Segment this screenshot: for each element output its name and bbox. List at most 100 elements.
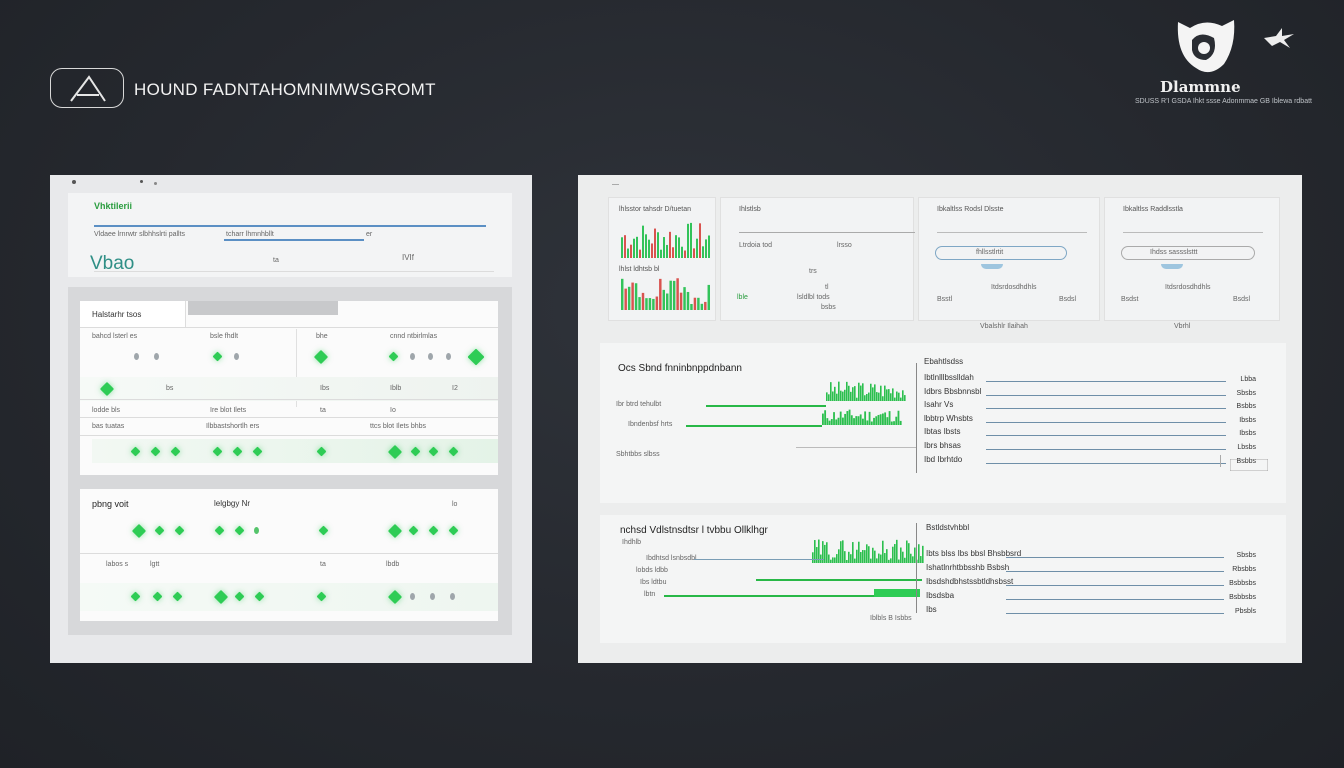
metric-label: Ibrs bhsas <box>924 441 961 450</box>
divider <box>937 232 1087 233</box>
telemetry-section: nchsd Vdlstnsdtsr l tvbbu Ollklhgr Ihdhl… <box>600 515 1286 643</box>
right-panel: — lhlsstor tahsdr D/tuetan lhlst ldhtsb … <box>578 175 1302 663</box>
spark-bar <box>860 385 862 401</box>
spark-bar <box>884 412 887 425</box>
value-2: Ibs <box>320 385 330 392</box>
divider <box>80 399 498 400</box>
metric-value: Pbsbls <box>1234 608 1256 615</box>
section-foot: Iblbls B Isbbs <box>870 615 912 622</box>
metric-track <box>986 408 1226 410</box>
tab-bar <box>188 301 338 315</box>
selector-pill[interactable]: Ihdss sassslsttt <box>1121 246 1255 260</box>
status-pip <box>234 353 239 360</box>
mini-bar <box>669 280 672 310</box>
row-band <box>80 583 498 611</box>
metric-label: Idbrs Bbsbnnsbl <box>924 386 982 396</box>
spark-bar <box>918 544 920 563</box>
window-dot <box>72 180 76 184</box>
widget-sub4: tl <box>825 284 829 291</box>
spark-bar <box>886 549 888 563</box>
mini-bar <box>645 298 648 310</box>
spark-bar <box>846 411 849 425</box>
sub-col3: ta <box>320 407 326 414</box>
mini-bar <box>660 249 662 258</box>
widget-sub2: lrsso <box>837 242 852 249</box>
spark-bar <box>830 559 832 563</box>
widget-under-label: Vbalshlr Ilaihah <box>980 323 1028 330</box>
card-title: pbng voit <box>92 499 129 509</box>
metric-value: Sbsbs <box>1236 389 1256 397</box>
spark-bar <box>892 388 894 401</box>
header-col4: cnnd ntbirlmlas <box>390 333 438 340</box>
spark-bar <box>880 385 882 401</box>
row-label: Ibs ldtbu <box>640 579 667 586</box>
header-col1: bahcd lsterl es <box>92 333 138 340</box>
tab-label[interactable]: Vhktilerii <box>94 201 132 211</box>
widget-sub5: lsldlbl tods <box>797 294 830 301</box>
mini-bar <box>636 236 638 258</box>
spark-bar <box>878 392 880 401</box>
spark-bar <box>850 415 853 425</box>
spark-bar <box>876 558 878 563</box>
spark-bar <box>842 540 844 563</box>
spark-bar <box>866 420 869 425</box>
mini-bar <box>642 225 644 258</box>
mini-bar <box>638 297 641 310</box>
mini-bar <box>683 287 686 310</box>
header-col2: bsle fhdlt <box>210 333 239 340</box>
metric-label: Ibtas Ibsts <box>924 427 961 437</box>
spark-bar <box>872 547 874 563</box>
card-tab[interactable]: Halstarhr tsos <box>80 301 186 327</box>
corner-tagline: SDUSS R’I GSDA Ihkt ssse Adonmmae GB Ibl… <box>1134 98 1312 105</box>
spark-bar <box>862 549 864 563</box>
spark-bar <box>852 542 854 563</box>
spark-bar <box>816 547 818 563</box>
spark-bar <box>852 387 854 401</box>
row-label: lbtn <box>644 591 656 598</box>
grey-track <box>694 559 824 560</box>
mini-bar <box>631 282 634 310</box>
metric-track <box>1006 571 1224 572</box>
spark-bar <box>879 414 882 425</box>
mini-bar <box>681 246 683 258</box>
divider <box>916 363 917 473</box>
spark-bar <box>840 541 842 563</box>
spark-bar <box>837 417 840 425</box>
metric-value: Bsbbs <box>1236 403 1256 411</box>
list-title: Bstldstvhbbl <box>926 523 970 532</box>
mini-bar <box>700 303 704 310</box>
spark-bar <box>832 391 834 401</box>
triangle-logo-icon <box>70 75 106 102</box>
status-gem-icon <box>313 349 329 365</box>
green-track <box>756 579 922 581</box>
mini-bar <box>705 239 707 258</box>
spark-bar <box>862 418 864 425</box>
note: ta <box>273 257 279 264</box>
metric-value: Ibsbs <box>1239 416 1256 424</box>
value-3: Iblb <box>390 385 402 392</box>
selector-pill[interactable]: fhllsstlrtit <box>935 246 1067 260</box>
mini-bar <box>693 248 695 258</box>
spark-bar <box>828 394 830 401</box>
spark-bar <box>854 386 856 401</box>
spark-bar <box>848 551 850 563</box>
mini-bar <box>675 235 677 258</box>
spark-bar <box>898 559 900 563</box>
spark-bar <box>902 390 904 401</box>
status-gem-icon <box>388 351 399 362</box>
spark-bar <box>860 552 862 563</box>
mini-bar <box>687 223 689 258</box>
spark-bar <box>853 418 855 425</box>
spark-bar <box>882 413 884 425</box>
top-marker: — <box>612 181 619 188</box>
widget-under-label: Vbrhl <box>1174 323 1191 330</box>
spark-bar <box>900 547 902 563</box>
card-badge: lo <box>452 501 458 508</box>
device-card: Halstarhr tsos bahcd lsterl es bsle fhdl… <box>80 301 498 475</box>
mini-bar <box>672 280 676 310</box>
mini-histogram <box>1230 459 1268 471</box>
spark-bar <box>838 381 840 401</box>
section-title: Ocs Sbnd fnninbnppdnbann <box>618 363 742 374</box>
metric-label: Ibsdshdbhstssbtldhsbsst <box>926 577 1014 586</box>
mini-bar <box>634 283 638 310</box>
